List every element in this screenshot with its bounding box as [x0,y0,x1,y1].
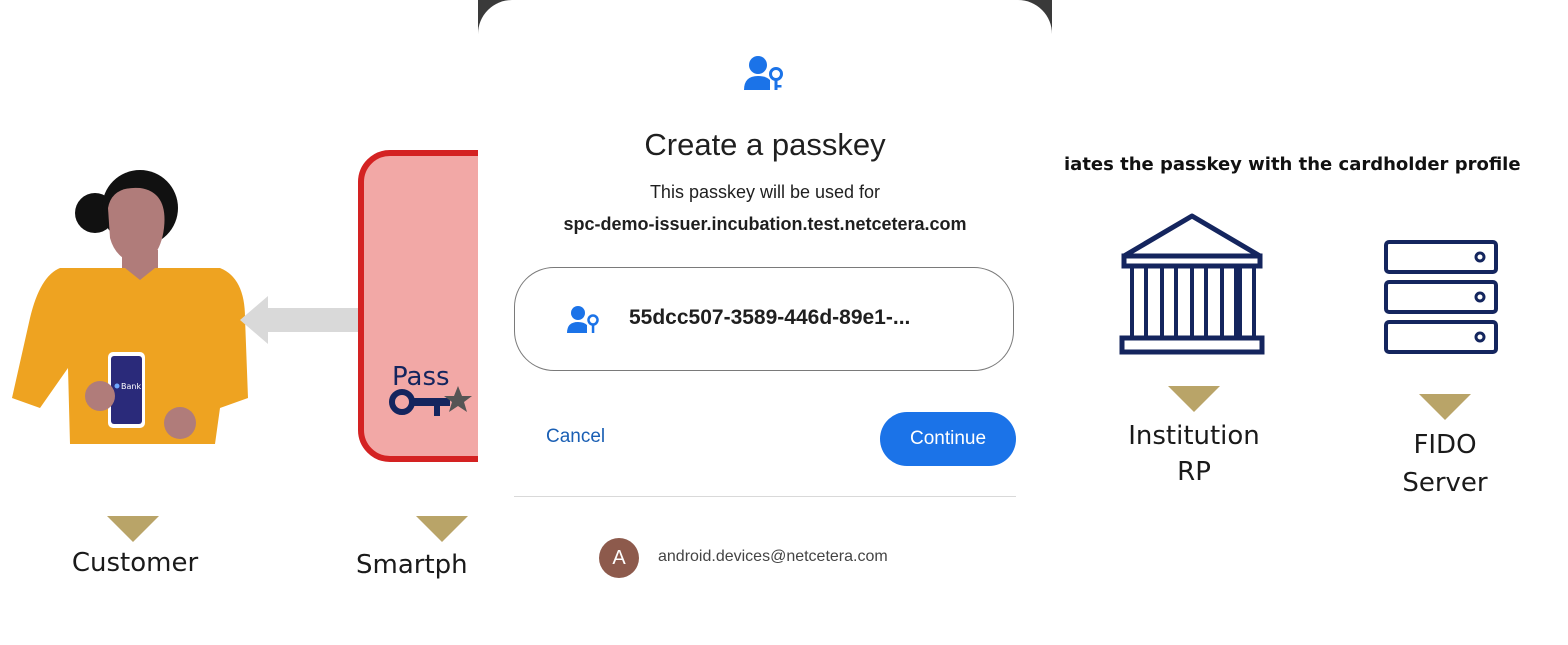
institution-icon [1119,213,1265,355]
key-icon [389,386,472,416]
account-name: 55dcc507-3589-446d-89e1-... [629,306,911,329]
fido-label-line2: Server [1402,468,1488,498]
customer-marker [107,516,159,542]
institution-marker [1168,386,1220,412]
cancel-button[interactable]: Cancel [546,426,605,448]
passkey-dialog: Create a passkey This passkey will be us… [478,0,1052,645]
institution-label: Institution RP [1094,418,1294,490]
bank-icon [114,383,120,389]
divider [514,496,1016,497]
institution-label-line1: Institution [1128,421,1260,451]
dialog-title: Create a passkey [644,127,886,162]
fido-label-line1: FIDO [1413,430,1477,460]
account-option[interactable]: 55dcc507-3589-446d-89e1-... [514,267,1014,371]
continue-button[interactable]: Continue [880,412,1016,466]
left-hand [85,381,115,411]
phone-bank-text: Bank [121,382,141,391]
customer-label: Customer [71,548,199,578]
dialog-subtitle: This passkey will be used for [649,182,881,202]
arrow-left-icon [240,296,365,344]
customer-illustration: Bank [12,170,248,444]
right-hand [164,407,196,439]
fido-marker [1419,394,1471,420]
passkey-account-icon [567,306,599,333]
fido-label: FIDO Server [1370,426,1520,502]
dialog-domain: spc-demo-issuer.incubation.test.netceter… [563,214,967,234]
diagram-heading: iates the passkey with the cardholder pr… [1064,154,1521,175]
account-email: android.devices@netcetera.com [658,548,888,565]
server-icon [1384,240,1498,354]
smartphone-marker [416,516,468,542]
institution-label-line2: RP [1177,457,1211,487]
avatar: A [599,538,639,578]
passkey-icon [744,56,783,90]
smartphone-label: Smartph [356,550,468,580]
